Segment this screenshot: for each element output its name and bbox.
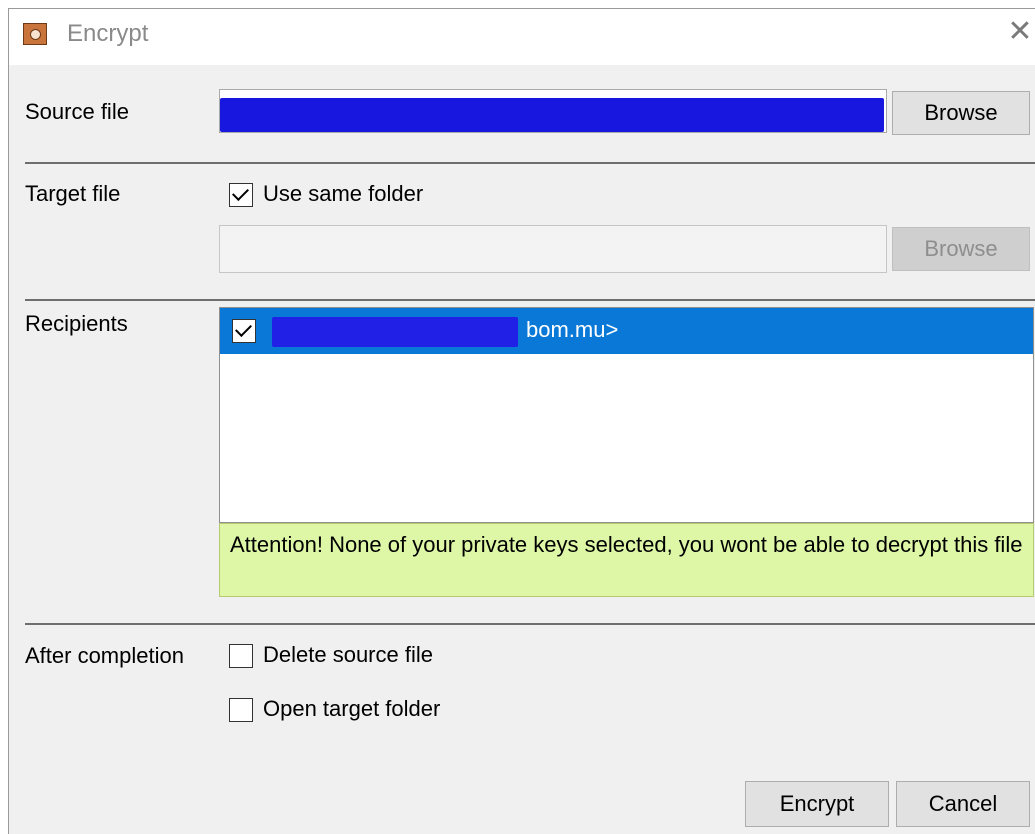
recipients-label: Recipients — [25, 311, 128, 336]
list-item[interactable]: bom.mu> — [220, 308, 1033, 354]
target-file-label: Target file — [25, 181, 121, 206]
encrypt-dialog: Encrypt ✕ Source file Browse Target file… — [8, 8, 1035, 834]
recipient-email: bom.mu> — [526, 317, 619, 342]
safe-icon — [23, 23, 47, 45]
target-path-input[interactable] — [219, 225, 887, 273]
attention-message: Attention! None of your private keys sel… — [219, 523, 1034, 597]
use-same-folder-checkbox[interactable] — [229, 183, 253, 207]
after-completion-label: After completion — [25, 643, 184, 668]
use-same-folder-label: Use same folder — [263, 181, 424, 206]
close-icon[interactable]: ✕ — [1005, 17, 1035, 47]
source-file-input[interactable] — [219, 89, 887, 133]
open-target-folder-checkbox[interactable] — [229, 698, 253, 722]
recipient-checkbox[interactable] — [232, 319, 256, 343]
redacted-recipient — [272, 317, 518, 347]
section-divider — [25, 299, 1035, 301]
source-browse-button[interactable]: Browse — [892, 91, 1030, 135]
encrypt-button[interactable]: Encrypt — [745, 781, 889, 827]
redacted-path — [220, 98, 884, 132]
title-bar: Encrypt ✕ — [9, 9, 1035, 65]
window-title: Encrypt — [67, 20, 149, 47]
section-divider — [25, 162, 1035, 164]
open-target-folder-label: Open target folder — [263, 696, 441, 721]
delete-source-checkbox[interactable] — [229, 644, 253, 668]
target-browse-button[interactable]: Browse — [892, 227, 1030, 271]
source-file-label: Source file — [25, 99, 129, 124]
section-divider — [25, 623, 1035, 625]
cancel-button[interactable]: Cancel — [896, 781, 1030, 827]
recipients-list[interactable]: bom.mu> — [219, 307, 1034, 523]
delete-source-label: Delete source file — [263, 642, 433, 667]
